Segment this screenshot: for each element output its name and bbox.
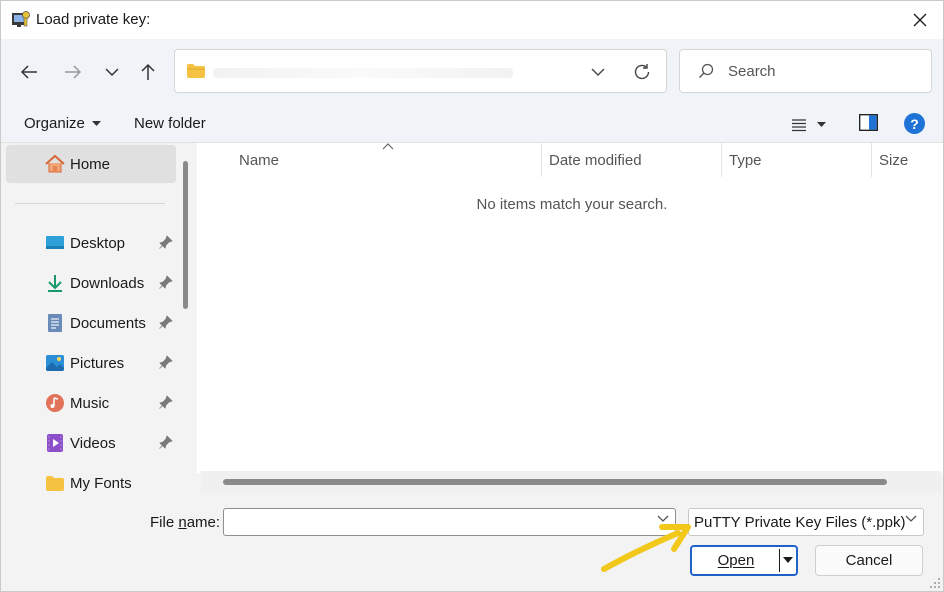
pin-icon [159, 355, 173, 369]
file-name-label-part: ame: [186, 514, 221, 531]
refresh-button[interactable] [629, 59, 655, 85]
sidebar-item-label: Home [70, 156, 111, 173]
column-header-size[interactable]: Size [879, 152, 908, 169]
file-name-label-part: File [150, 514, 179, 531]
help-button[interactable]: ? [904, 113, 925, 134]
up-button[interactable] [132, 57, 164, 87]
chevron-down-icon [591, 68, 605, 76]
column-header-date-modified[interactable]: Date modified [549, 152, 642, 169]
preview-pane-icon [859, 114, 878, 131]
column-separator[interactable] [541, 143, 542, 177]
search-box[interactable] [679, 49, 932, 93]
sidebar-item-downloads[interactable]: Downloads [1, 265, 181, 301]
sidebar-item-label: Documents [70, 315, 146, 332]
sidebar-item-my-fonts[interactable]: My Fonts [1, 465, 181, 493]
address-dropdown-button[interactable] [585, 60, 611, 84]
home-icon [45, 154, 65, 173]
address-path-blurred [213, 68, 513, 78]
dialog-footer: File name: PuTTY Private Key Files (*.pp… [1, 493, 943, 591]
organize-button[interactable]: Organize [24, 115, 102, 132]
list-view-icon [792, 119, 806, 132]
video-icon [47, 434, 63, 452]
music-icon [46, 394, 64, 412]
putty-app-icon [12, 11, 30, 27]
folder-icon [46, 476, 64, 491]
open-split-divider [779, 549, 780, 572]
open-button-label: Open [717, 552, 755, 569]
arrow-right-icon [65, 65, 82, 79]
change-view-button[interactable] [791, 113, 835, 137]
download-icon [48, 275, 62, 292]
empty-list-message: No items match your search. [476, 196, 668, 213]
navigation-bar [1, 39, 943, 105]
sidebar-item-label: Videos [70, 435, 116, 452]
caret-down-icon [92, 121, 102, 127]
horizontal-scrollbar-thumb[interactable] [223, 479, 887, 485]
search-input[interactable] [728, 60, 918, 82]
file-type-select[interactable]: PuTTY Private Key Files (*.ppk) [688, 508, 924, 536]
sidebar-item-label: Music [70, 395, 110, 412]
close-button[interactable] [897, 1, 943, 39]
navigation-pane: Home Desktop Downloads Documents Picture… [1, 143, 183, 493]
column-header-type[interactable]: Type [729, 152, 762, 169]
arrow-up-icon [141, 63, 155, 80]
preview-pane-button[interactable] [859, 114, 878, 135]
open-button[interactable]: Open [690, 545, 798, 576]
address-bar[interactable] [174, 49, 667, 93]
sidebar-item-desktop[interactable]: Desktop [1, 225, 181, 261]
sidebar-scrollbar[interactable] [183, 161, 188, 309]
file-name-input[interactable] [230, 513, 640, 531]
new-folder-label: New folder [134, 115, 206, 132]
sidebar-item-documents[interactable]: Documents [1, 305, 181, 341]
column-separator[interactable] [721, 143, 722, 177]
new-folder-button[interactable]: New folder [134, 115, 206, 132]
file-name-access-key: n [178, 514, 187, 531]
command-bar: Organize New folder ? [1, 105, 943, 143]
recent-locations-button[interactable] [96, 57, 128, 87]
file-open-dialog: Load private key: Search Organize New fo… [0, 0, 944, 592]
search-icon [699, 63, 714, 78]
sidebar-item-home[interactable]: Home [6, 145, 176, 183]
sidebar-item-music[interactable]: Music [1, 385, 181, 421]
sidebar-item-label: My Fonts [70, 475, 132, 492]
sidebar-item-videos[interactable]: Videos [1, 425, 181, 461]
column-header-name[interactable]: Name [239, 152, 279, 169]
pin-icon [159, 235, 173, 249]
pin-icon [159, 435, 173, 449]
sidebar-divider [15, 203, 165, 204]
file-type-value: PuTTY Private Key Files (*.ppk) [694, 514, 906, 531]
pin-icon [159, 275, 173, 289]
sidebar-item-label: Pictures [70, 355, 125, 372]
pin-icon [159, 315, 173, 329]
chevron-down-icon [105, 68, 119, 77]
sort-ascending-icon [382, 143, 394, 150]
close-icon [913, 13, 927, 27]
pin-icon [159, 395, 173, 409]
organize-label: Organize [24, 115, 85, 132]
window-title: Load private key: [36, 11, 151, 28]
file-name-label: File name: [150, 514, 220, 531]
arrow-left-icon [20, 65, 37, 79]
resize-grip-icon[interactable] [929, 577, 941, 589]
pictures-icon [46, 355, 64, 371]
desktop-icon [46, 236, 64, 249]
help-icon: ? [910, 115, 919, 132]
chevron-down-icon [905, 515, 917, 522]
folder-icon [187, 64, 205, 78]
forward-button[interactable] [57, 57, 89, 87]
sidebar-item-pictures[interactable]: Pictures [1, 345, 181, 381]
refresh-icon [634, 64, 650, 80]
file-list: Name Date modified Type Size No items ma… [197, 143, 943, 473]
sidebar-item-label: Downloads [70, 275, 145, 292]
document-icon [48, 314, 62, 332]
cancel-button[interactable]: Cancel [815, 545, 923, 576]
caret-down-icon [817, 122, 826, 127]
sidebar-item-label: Desktop [70, 235, 126, 252]
column-separator[interactable] [871, 143, 872, 177]
open-options-arrow-icon[interactable] [783, 557, 793, 563]
back-button[interactable] [13, 57, 45, 87]
annotation-arrow-icon [601, 524, 691, 572]
title-bar: Load private key: [1, 1, 943, 39]
